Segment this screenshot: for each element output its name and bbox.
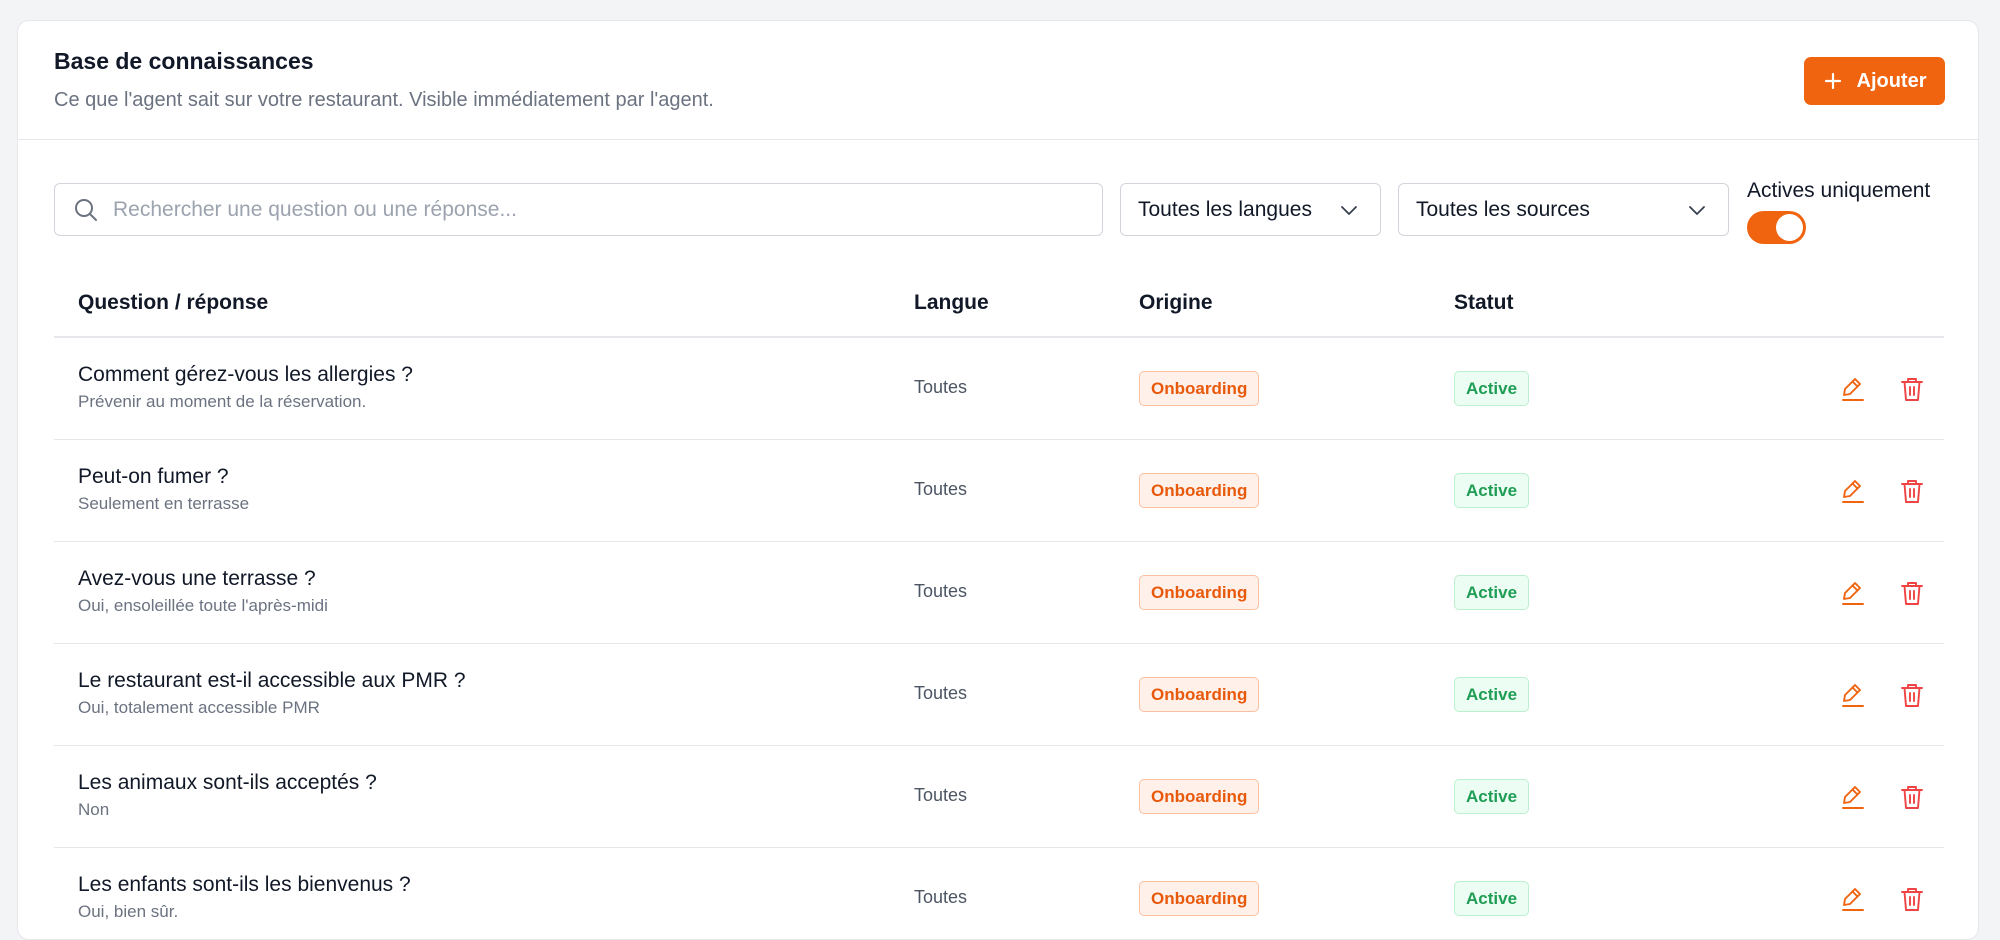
edit-button[interactable] xyxy=(1838,782,1868,812)
trash-icon xyxy=(1901,582,1923,605)
trash-icon xyxy=(1901,378,1923,401)
status-badge: Active xyxy=(1454,779,1530,814)
edit-button[interactable] xyxy=(1838,680,1868,710)
delete-button[interactable] xyxy=(1897,680,1927,710)
origin-badge: Onboarding xyxy=(1139,575,1260,610)
source-select[interactable]: Toutes les sources xyxy=(1398,183,1729,236)
chevron-down-icon xyxy=(1341,205,1357,215)
trash-icon xyxy=(1901,888,1923,911)
question-text: Comment gérez-vous les allergies ? xyxy=(78,363,413,386)
delete-button[interactable] xyxy=(1897,578,1927,608)
language-cell: Toutes xyxy=(914,377,968,397)
trash-icon xyxy=(1901,786,1923,809)
question-text: Les enfants sont-ils les bienvenus ? xyxy=(78,873,411,896)
table-header: Question / réponse Langue Origine Statut xyxy=(54,281,1944,338)
delete-button[interactable] xyxy=(1897,374,1927,404)
page-subtitle: Ce que l'agent sait sur votre restaurant… xyxy=(54,89,714,111)
table-row: Peut-on fumer ? Seulement en terrasse To… xyxy=(54,440,1944,542)
source-select-value: Toutes les sources xyxy=(1416,197,1590,221)
delete-button[interactable] xyxy=(1897,884,1927,914)
add-button[interactable]: Ajouter xyxy=(1804,57,1945,105)
pencil-icon xyxy=(1842,378,1864,401)
origin-badge: Onboarding xyxy=(1139,473,1260,508)
table-body: Comment gérez-vous les allergies ? Préve… xyxy=(54,338,1944,939)
active-only-label: Actives uniquement xyxy=(1747,179,1931,202)
question-text: Peut-on fumer ? xyxy=(78,465,229,488)
language-cell: Toutes xyxy=(914,887,968,907)
answer-text: Prévenir au moment de la réservation. xyxy=(78,392,367,411)
status-badge: Active xyxy=(1454,473,1530,508)
delete-button[interactable] xyxy=(1897,782,1927,812)
trash-icon xyxy=(1901,684,1923,707)
table-row: Le restaurant est-il accessible aux PMR … xyxy=(54,644,1944,746)
answer-text: Seulement en terrasse xyxy=(78,494,250,513)
edit-button[interactable] xyxy=(1838,578,1868,608)
chevron-down-icon xyxy=(1689,205,1705,215)
status-badge: Active xyxy=(1454,575,1530,610)
answer-text: Oui, ensoleillée toute l'après-midi xyxy=(78,596,328,615)
table-row: Les animaux sont-ils acceptés ? Non Tout… xyxy=(54,746,1944,848)
column-header-status: Statut xyxy=(1454,291,1514,314)
table-row: Avez-vous une terrasse ? Oui, ensoleillé… xyxy=(54,542,1944,644)
origin-badge: Onboarding xyxy=(1139,779,1260,814)
origin-badge: Onboarding xyxy=(1139,677,1260,712)
column-header-language: Langue xyxy=(914,291,989,314)
toggle-knob xyxy=(1776,214,1803,241)
plus-icon xyxy=(1824,72,1841,90)
status-badge: Active xyxy=(1454,371,1530,406)
question-text: Les animaux sont-ils acceptés ? xyxy=(78,771,377,794)
pencil-icon xyxy=(1842,888,1864,911)
origin-badge: Onboarding xyxy=(1139,881,1260,916)
active-only-toggle[interactable] xyxy=(1747,211,1806,244)
pencil-icon xyxy=(1842,786,1864,809)
page-title: Base de connaissances xyxy=(54,48,314,74)
pencil-icon xyxy=(1842,684,1864,707)
language-cell: Toutes xyxy=(914,683,968,703)
origin-badge: Onboarding xyxy=(1139,371,1260,406)
column-header-question: Question / réponse xyxy=(78,291,269,314)
trash-icon xyxy=(1901,480,1923,503)
answer-text: Non xyxy=(78,800,110,819)
card-header: Base de connaissances Ce que l'agent sai… xyxy=(18,21,1978,140)
search-icon xyxy=(75,198,97,221)
edit-button[interactable] xyxy=(1838,884,1868,914)
language-cell: Toutes xyxy=(914,785,968,805)
table-row: Comment gérez-vous les allergies ? Préve… xyxy=(54,338,1944,440)
edit-button[interactable] xyxy=(1838,476,1868,506)
table-row: Les enfants sont-ils les bienvenus ? Oui… xyxy=(54,848,1944,939)
language-select-value: Toutes les langues xyxy=(1138,197,1312,221)
search-input[interactable] xyxy=(113,197,1073,222)
pencil-icon xyxy=(1842,582,1864,605)
answer-text: Oui, totalement accessible PMR xyxy=(78,698,320,717)
question-text: Avez-vous une terrasse ? xyxy=(78,567,316,590)
edit-button[interactable] xyxy=(1838,374,1868,404)
knowledge-base-card: Base de connaissances Ce que l'agent sai… xyxy=(17,20,1979,940)
answer-text: Oui, bien sûr. xyxy=(78,902,179,921)
delete-button[interactable] xyxy=(1897,476,1927,506)
language-cell: Toutes xyxy=(914,479,968,499)
language-select[interactable]: Toutes les langues xyxy=(1120,183,1381,236)
add-button-label: Ajouter xyxy=(1856,69,1927,92)
column-header-origin: Origine xyxy=(1139,291,1213,314)
status-badge: Active xyxy=(1454,677,1530,712)
status-badge: Active xyxy=(1454,881,1530,916)
pencil-icon xyxy=(1842,480,1864,503)
search-box xyxy=(54,183,1103,236)
question-text: Le restaurant est-il accessible aux PMR … xyxy=(78,669,466,692)
language-cell: Toutes xyxy=(914,581,968,601)
